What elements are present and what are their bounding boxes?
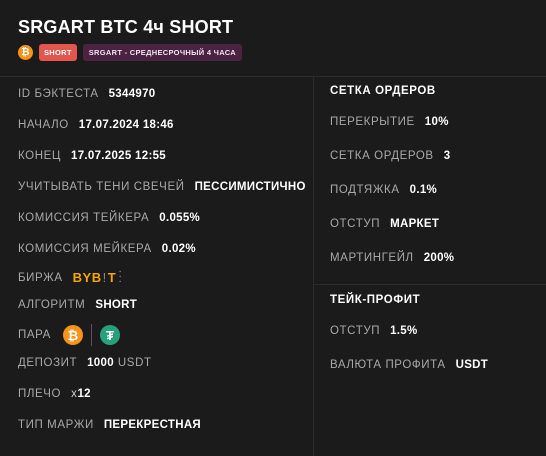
- row-overlap: ПЕРЕКРЫТИЕ 10%: [330, 116, 449, 128]
- row-profit-currency: ВАЛЮТА ПРОФИТА USDT: [330, 359, 488, 371]
- header-divider: [0, 76, 546, 77]
- badge-row: ₿ SHORT SRGART - СРЕДНЕСРОЧНЫЙ 4 ЧАСА: [18, 44, 243, 61]
- bitcoin-icon: ₿: [18, 45, 33, 60]
- candle-shadows-value: ПЕССИМИСТИЧНО: [194, 181, 306, 193]
- candle-shadows-label: УЧИТЫВАТЬ ТЕНИ СВЕЧЕЙ: [18, 181, 185, 193]
- row-margin-type: ТИП МАРЖИ ПЕРЕКРЕСТНАЯ: [18, 419, 201, 431]
- margin-type-label: ТИП МАРЖИ: [18, 419, 94, 431]
- overlap-label: ПЕРЕКРЫТИЕ: [330, 116, 415, 128]
- card-header: SRGART BTC 4ч SHORT ₿ SHORT SRGART - СРЕ…: [18, 16, 546, 80]
- row-end: КОНЕЦ 17.07.2025 12:55: [18, 150, 166, 162]
- order-count-value: 3: [443, 150, 451, 162]
- section-divider: [314, 284, 546, 285]
- end-value: 17.07.2025 12:55: [71, 150, 166, 162]
- taker-fee-label: КОМИССИЯ ТЕЙКЕРА: [18, 212, 150, 224]
- bitcoin-icon: ₿: [62, 325, 83, 345]
- bybit-logo-text: BYB: [72, 270, 102, 285]
- profit-currency-value: USDT: [455, 359, 489, 371]
- row-algorithm: АЛГОРИТМ SHORT: [18, 299, 137, 311]
- row-backtest-id: ID БЭКТЕСТА 5344970: [18, 88, 155, 100]
- algorithm-value: SHORT: [95, 299, 138, 311]
- martingale-label: МАРТИНГЕЙЛ: [330, 252, 414, 264]
- row-order-count: СЕТКА ОРДЕРОВ 3: [330, 150, 450, 162]
- bot-title: SRGART BTC 4ч SHORT: [18, 17, 234, 37]
- row-start: НАЧАЛО 17.07.2024 18:46: [18, 119, 174, 131]
- martingale-value: 200%: [423, 252, 455, 264]
- row-tp-offset: ОТСТУП 1.5%: [330, 325, 418, 337]
- row-candle-shadows: УЧИТЫВАТЬ ТЕНИ СВЕЧЕЙ ПЕССИМИСТИЧНО: [18, 181, 306, 193]
- taker-fee-value: 0.055%: [159, 212, 201, 224]
- column-divider: [313, 77, 314, 456]
- backtest-card: SRGART BTC 4ч SHORT ₿ SHORT SRGART - СРЕ…: [0, 0, 546, 456]
- short-badge: SHORT: [39, 44, 77, 61]
- deposit-label: ДЕПОЗИТ: [18, 357, 78, 369]
- maker-fee-label: КОМИССИЯ МЕЙКЕРА: [18, 243, 152, 255]
- row-leverage: ПЛЕЧО x 12: [18, 388, 91, 400]
- tp-offset-value: 1.5%: [390, 325, 418, 337]
- leverage-value: 12: [77, 388, 91, 400]
- take-profit-title: ТЕЙК-ПРОФИТ: [330, 294, 421, 306]
- backtest-id-value: 5344970: [108, 88, 156, 100]
- end-label: КОНЕЦ: [18, 150, 61, 162]
- leverage-label: ПЛЕЧО: [18, 388, 62, 400]
- margin-type-value: ПЕРЕКРЕСТНАЯ: [103, 419, 201, 431]
- row-pair: ПАРА ₿ ₮: [18, 324, 120, 346]
- deposit-value: 1000: [87, 357, 114, 369]
- maker-fee-value: 0.02%: [161, 243, 196, 255]
- strategy-badge: SRGART - СРЕДНЕСРОЧНЫЙ 4 ЧАСА: [82, 44, 243, 61]
- tether-icon: ₮: [99, 325, 120, 345]
- row-deposit: ДЕПОЗИТ 1000 USDT: [18, 357, 152, 369]
- row-martingale: МАРТИНГЕЙЛ 200%: [330, 252, 454, 264]
- grid-offset-label: ОТСТУП: [330, 218, 381, 230]
- row-grid-offset: ОТСТУП МАРКЕТ: [330, 218, 439, 230]
- row-maker-fee: КОМИССИЯ МЕЙКЕРА 0.02%: [18, 243, 196, 255]
- start-value: 17.07.2024 18:46: [78, 119, 174, 131]
- pair-separator: [90, 324, 92, 346]
- overlap-value: 10%: [424, 116, 449, 128]
- algorithm-label: АЛГОРИТМ: [18, 299, 86, 311]
- row-pullup: ПОДТЯЖКА 0.1%: [330, 184, 437, 196]
- pair-label: ПАРА: [18, 329, 51, 341]
- exchange-label: БИРЖА: [18, 271, 63, 284]
- deposit-unit: USDT: [117, 357, 152, 369]
- bybit-logo: BYB! T ▪ ▪ ▪: [72, 269, 122, 286]
- pair-icons: ₿ ₮: [62, 324, 120, 346]
- grid-offset-value: МАРКЕТ: [390, 218, 440, 230]
- pullup-value: 0.1%: [409, 184, 438, 196]
- row-taker-fee: КОМИССИЯ ТЕЙКЕРА 0.055%: [18, 212, 200, 224]
- row-exchange: БИРЖА BYB! T ▪ ▪ ▪: [18, 269, 122, 286]
- bybit-logo-separator: !: [102, 270, 107, 285]
- order-count-label: СЕТКА ОРДЕРОВ: [330, 150, 434, 162]
- bybit-logo-mark: ▪ ▪ ▪: [119, 269, 122, 285]
- profit-currency-label: ВАЛЮТА ПРОФИТА: [330, 359, 446, 371]
- pullup-label: ПОДТЯЖКА: [330, 184, 400, 196]
- order-grid-title: СЕТКА ОРДЕРОВ: [330, 85, 436, 97]
- backtest-id-label: ID БЭКТЕСТА: [18, 88, 99, 100]
- bybit-logo-text-end: T: [107, 270, 117, 285]
- start-label: НАЧАЛО: [18, 119, 69, 131]
- tp-offset-label: ОТСТУП: [330, 325, 381, 337]
